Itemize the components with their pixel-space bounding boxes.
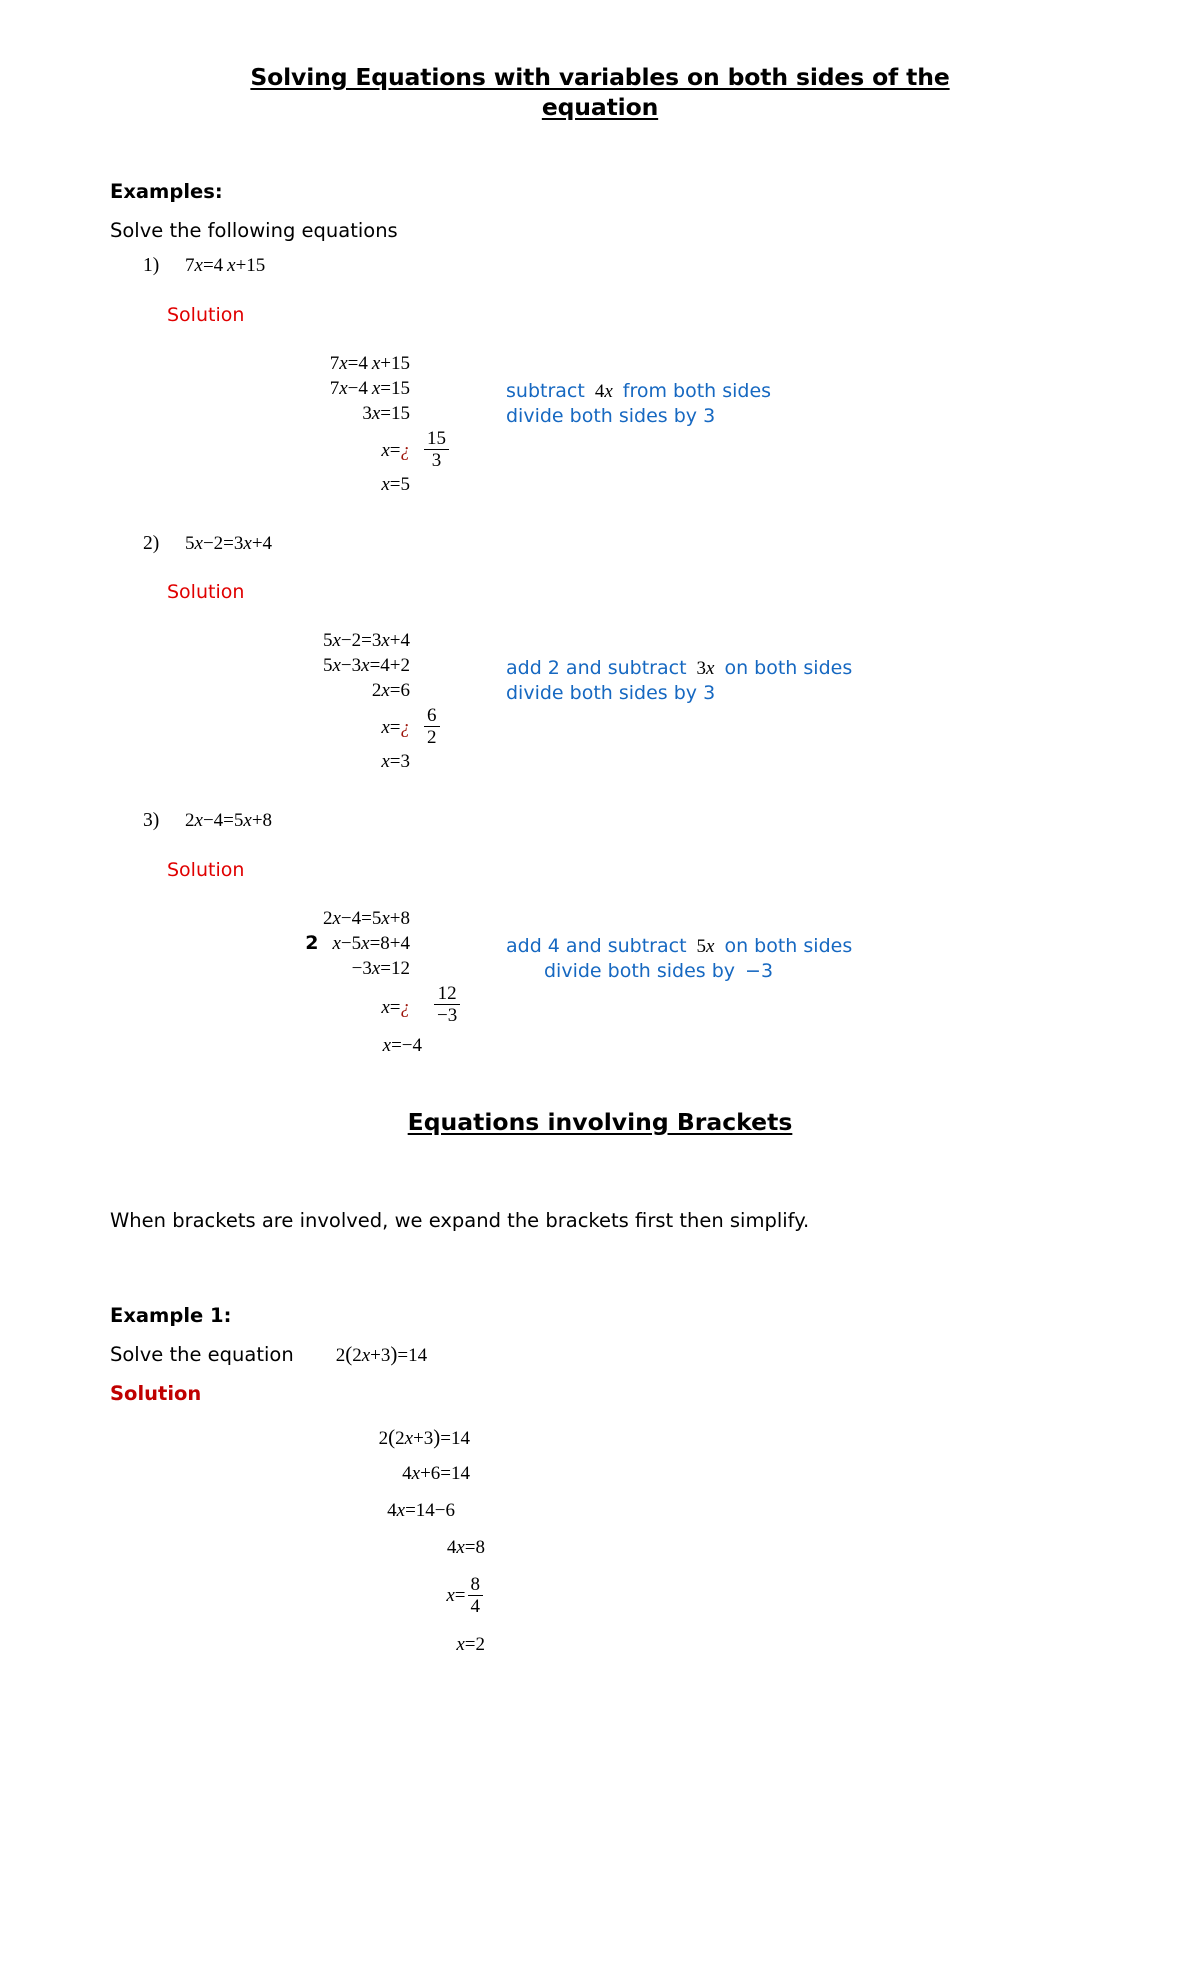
problem-2-number: 2) bbox=[143, 532, 160, 554]
work-line: 4x=14−6 bbox=[110, 1501, 1090, 1526]
work-equation: −3x=12 bbox=[351, 957, 410, 979]
example1-solution-label: Solution bbox=[110, 1382, 202, 1406]
work-equation: 5x−2=3x+4 bbox=[322, 630, 410, 652]
example1-prompt: Solve the equation bbox=[110, 1343, 294, 1367]
work-equation: x=¿ bbox=[381, 439, 410, 461]
work-equation: x=2 bbox=[456, 1634, 485, 1656]
work-annotation: divide both sides by −3 bbox=[544, 959, 774, 982]
work-annotation: divide both sides by 3 bbox=[506, 404, 716, 427]
brackets-intro-text: When brackets are involved, we expand th… bbox=[110, 1209, 810, 1233]
work-equation: 2x−4=5x+8 bbox=[322, 907, 410, 929]
work-equation: x= 8 4 bbox=[110, 1574, 485, 1619]
work-line: 2x−4=5x+8 bbox=[110, 909, 1090, 934]
fraction: 6 2 bbox=[424, 705, 440, 749]
fraction-denominator: 4 bbox=[467, 1595, 483, 1617]
work-line: x=¿ 6 2 bbox=[110, 705, 1090, 752]
example1-work: 2(2x+3)=14 4x+6=14 4x=14−6 4x=8 x= 8 4 x=2 bbox=[110, 1427, 1090, 1660]
work-equation: x=3 bbox=[381, 751, 410, 773]
work-line: 5x−2=3x+4 bbox=[110, 631, 1090, 656]
work-equation: 3x=15 bbox=[362, 402, 410, 424]
work-line: 3x=15 divide both sides by 3 bbox=[110, 404, 1090, 429]
work-equation: 5x−3x=4+2 bbox=[322, 655, 410, 677]
problem-2-work: 5x−2=3x+4 5x−3x=4+2 add 2 and subtract 3x… bbox=[110, 631, 1090, 777]
work-line: 7x−4 x=15 subtract 4x from both sides bbox=[110, 379, 1090, 404]
work-line: x=−4 bbox=[110, 1036, 1090, 1061]
problem-1-number: 1) bbox=[143, 255, 160, 277]
example1-heading: Example 1: bbox=[110, 1304, 232, 1328]
fraction-denominator: −3 bbox=[434, 1003, 461, 1026]
examples-instruction: Solve the following equations bbox=[110, 219, 398, 243]
example1-equation: 2(2x+3)=14 bbox=[335, 1342, 428, 1367]
fraction: 84 bbox=[467, 1574, 483, 1618]
problem-1-solution-label: Solution bbox=[167, 303, 245, 326]
fraction-numerator: 15 bbox=[427, 427, 446, 449]
work-line: x=2 bbox=[110, 1635, 1090, 1660]
work-equation: x=5 bbox=[381, 473, 410, 495]
work-equation: 2(2x+3)=14 bbox=[378, 1425, 470, 1450]
problem-3-solution-label: Solution bbox=[167, 858, 245, 881]
work-equation: 4x+6=14 bbox=[402, 1463, 470, 1485]
fraction-denominator: 3 bbox=[424, 448, 449, 471]
fraction: 12 −3 bbox=[434, 982, 461, 1027]
stray-coefficient: 2 bbox=[305, 931, 319, 954]
document-page: Solving Equations with variables on both… bbox=[0, 0, 1200, 1976]
problem-2-equation: 5x−2=3x+4 bbox=[185, 532, 273, 554]
work-equation: 4x=8 bbox=[446, 1537, 485, 1559]
work-line: 4x+6=14 bbox=[110, 1464, 1090, 1489]
work-equation: x=−4 bbox=[382, 1034, 422, 1056]
page-title: Solving Equations with variables on both… bbox=[110, 62, 1090, 122]
work-line: x=5 bbox=[110, 475, 1090, 500]
work-line: −3x=12 divide both sides by −3 bbox=[110, 959, 1090, 984]
examples-heading: Examples: bbox=[110, 180, 223, 204]
page-title-line-2: equation bbox=[541, 93, 659, 122]
work-equation: 2 x−5x=8+4 bbox=[305, 931, 410, 954]
work-equation: x=¿ bbox=[381, 996, 410, 1018]
work-line: 4x=8 bbox=[110, 1538, 1090, 1563]
fraction-numerator: 12 bbox=[437, 982, 457, 1004]
work-line: 2x=6 divide both sides by 3 bbox=[110, 681, 1090, 706]
work-annotation: add 4 and subtract 5x on both sides bbox=[506, 934, 853, 957]
page-title-line-1: Solving Equations with variables on both… bbox=[250, 63, 950, 91]
work-annotation: subtract 4x from both sides bbox=[506, 379, 772, 402]
work-equation: 4x=14−6 bbox=[387, 1500, 455, 1522]
fraction-denominator: 2 bbox=[424, 726, 440, 748]
work-line: 5x−3x=4+2 add 2 and subtract 3x on both si… bbox=[110, 656, 1090, 681]
work-equation: 2x=6 bbox=[371, 680, 410, 702]
problem-3-work: 2x−4=5x+8 2 x−5x=8+4 add 4 and subtract 5x… bbox=[110, 909, 1090, 1061]
work-line: x=¿ 12 −3 bbox=[110, 982, 1090, 1036]
work-line: x= 8 4 bbox=[110, 1574, 1090, 1623]
work-line: 2 x−5x=8+4 add 4 and subtract 5x on both si… bbox=[110, 931, 1090, 959]
problem-1-row: 1) 7x=4 x+15 bbox=[110, 256, 1090, 276]
problem-1-equation: 7x=4 x+15 bbox=[185, 255, 266, 277]
problem-3-row: 3) 2x−4=5x+8 bbox=[110, 811, 1090, 831]
work-equation: 7x=4 x+15 bbox=[329, 352, 410, 374]
work-line: 2(2x+3)=14 bbox=[110, 1427, 1090, 1452]
work-annotation: divide both sides by 3 bbox=[506, 682, 716, 705]
fraction-numerator: 6 bbox=[427, 705, 437, 727]
problem-2-row: 2) 5x−2=3x+4 bbox=[110, 534, 1090, 554]
work-equation: x=¿ bbox=[381, 717, 410, 739]
problem-3-number: 3) bbox=[143, 810, 160, 832]
work-annotation: add 2 and subtract 3x on both sides bbox=[506, 657, 853, 680]
work-equation: 7x−4 x=15 bbox=[329, 377, 410, 399]
fraction: 15 3 bbox=[424, 428, 449, 472]
problem-3-equation: 2x−4=5x+8 bbox=[185, 810, 273, 832]
section-title-brackets: Equations involving Brackets bbox=[407, 1107, 793, 1136]
fraction-numerator: 8 bbox=[470, 1574, 481, 1596]
work-line: 7x=4 x+15 bbox=[110, 354, 1090, 379]
work-line: x=¿ 15 3 bbox=[110, 428, 1090, 475]
problem-1-work: 7x=4 x+15 7x−4 x=15 subtract 4x from both si… bbox=[110, 354, 1090, 500]
example1-prompt-row: Solve the equation 2(2x+3)=14 bbox=[110, 1343, 1090, 1366]
work-line: x=3 bbox=[110, 752, 1090, 777]
problem-2-solution-label: Solution bbox=[167, 581, 245, 604]
